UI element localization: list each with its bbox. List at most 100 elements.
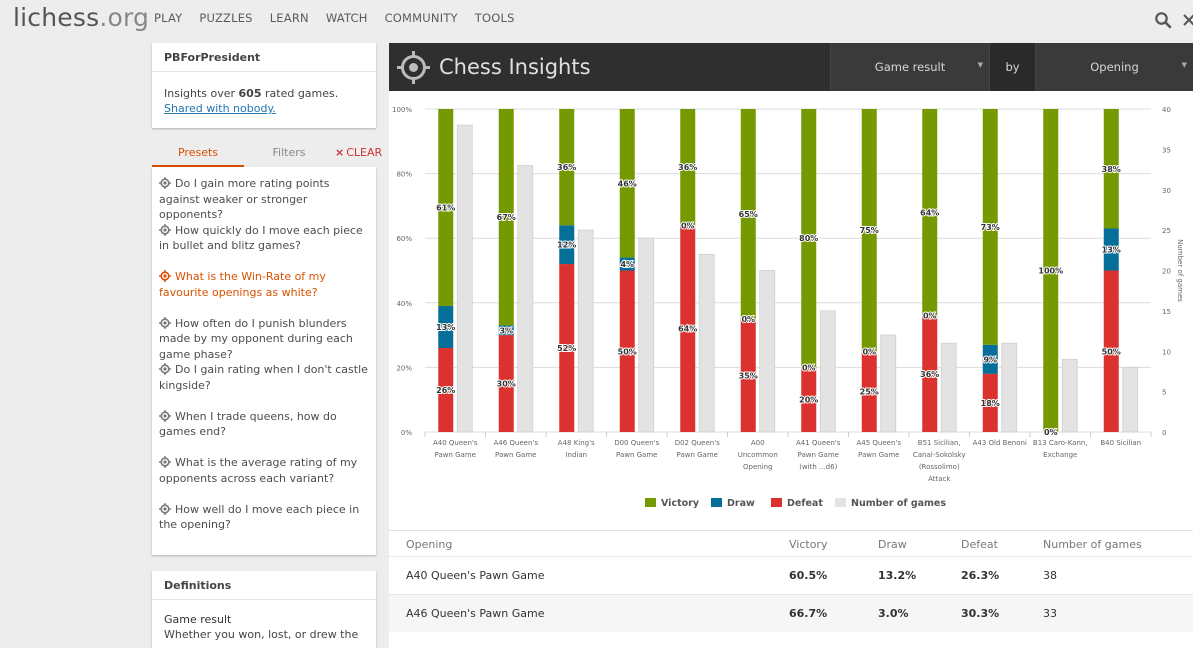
data-label: 9%: [983, 355, 997, 364]
definition-term: Game result: [164, 613, 232, 626]
legend-item: Victory: [661, 498, 700, 509]
column-header[interactable]: Number of games: [1043, 538, 1142, 551]
y2-tick-label: 10: [1162, 348, 1171, 356]
data-label: 26%: [436, 386, 455, 395]
table-row: A46 Queen's Pawn Game 66.7% 3.0% 30.3% 33: [389, 594, 1193, 632]
legend-item: Draw: [727, 498, 755, 509]
close-icon[interactable]: [1182, 11, 1193, 29]
insights-main: Chess Insights Game result ▼ by Opening …: [389, 43, 1193, 648]
data-label: 4%: [620, 260, 634, 269]
table-cell: 13.2%: [878, 569, 917, 582]
bar-games: [638, 237, 655, 433]
x-tick-label: Pawn Game: [435, 451, 476, 459]
by-label: by: [989, 43, 1035, 91]
dimension-select[interactable]: Opening ▼: [1035, 43, 1193, 91]
preset-item[interactable]: How often do I punish blunders made by m…: [152, 312, 376, 361]
y-tick-label: 60%: [396, 235, 412, 243]
table-cell: A40 Queen's Pawn Game: [406, 569, 545, 582]
data-label: 52%: [557, 344, 576, 353]
legend-swatch: [771, 498, 782, 507]
preset-item[interactable]: What is the Win-Rate of my favourite ope…: [152, 265, 376, 312]
data-label: 38%: [1102, 165, 1121, 174]
legend-swatch: [835, 498, 846, 507]
x-tick-label: D02 Queen's: [675, 439, 720, 447]
x-tick-label: Pawn Game: [495, 451, 536, 459]
page-title: Chess Insights: [439, 55, 591, 79]
preset-item[interactable]: Do I gain rating when I don't castle kin…: [152, 358, 376, 405]
target-icon: [159, 270, 171, 282]
preset-label: When I trade queens, how do games end?: [159, 409, 337, 439]
insights-chart: 0% 20% 40% 60% 80% 100% 0 5 10 15 20 25 30 35 40 Number…: [392, 106, 1184, 509]
data-label: 67%: [497, 213, 516, 222]
search-icon[interactable]: [1154, 11, 1172, 29]
nav-learn[interactable]: LEARN: [270, 11, 309, 25]
bar-games: [517, 165, 534, 433]
column-header[interactable]: Opening: [406, 538, 452, 551]
preset-label: How often do I punish blunders made by m…: [159, 316, 353, 361]
insights-header: Chess Insights Game result ▼ by Opening …: [389, 43, 1193, 91]
nav-puzzles[interactable]: PUZZLES: [199, 11, 252, 25]
column-header[interactable]: Victory: [789, 538, 827, 551]
preset-item[interactable]: When I trade queens, how do games end?: [152, 405, 376, 452]
bar-games: [577, 229, 594, 433]
table-cell: 26.3%: [961, 569, 1000, 582]
preset-item[interactable]: Do I gain more rating points against wea…: [152, 172, 376, 221]
data-label: 80%: [799, 234, 818, 243]
y2-tick-label: 0: [1162, 429, 1166, 437]
y2-tick-label: 20: [1162, 268, 1171, 276]
share-link[interactable]: Shared with nobody.: [164, 102, 276, 115]
target-icon: [159, 456, 171, 468]
target-icon: [159, 363, 171, 375]
preset-item[interactable]: How well do I move each piece in the ope…: [152, 498, 376, 545]
y2-tick-label: 15: [1162, 308, 1171, 316]
nav-watch[interactable]: WATCH: [326, 11, 368, 25]
nav-play[interactable]: PLAY: [154, 11, 182, 25]
target-icon: [159, 177, 171, 189]
table-cell: 3.0%: [878, 607, 909, 620]
x-tick-label: B13 Caro-Kann,: [1033, 439, 1088, 447]
top-nav: PLAY PUZZLES LEARN WATCH COMMUNITY TOOLS: [154, 11, 532, 25]
legend-swatch: [711, 498, 722, 507]
x-tick-label: A00: [751, 439, 765, 447]
data-label: 12%: [557, 241, 576, 250]
x-tick-label: Opening: [743, 463, 773, 471]
nav-community[interactable]: COMMUNITY: [385, 11, 458, 25]
tab-filters[interactable]: Filters: [259, 146, 319, 159]
username[interactable]: PBForPresident: [152, 43, 376, 72]
data-label: 13%: [436, 323, 455, 332]
data-label: 3%: [499, 326, 513, 335]
data-label: 0%: [741, 315, 755, 324]
column-header[interactable]: Defeat: [961, 538, 998, 551]
preset-label: How quickly do I move each piece in bull…: [159, 223, 363, 253]
preset-label: What is the Win-Rate of my favourite ope…: [159, 270, 326, 299]
table-cell: 66.7%: [789, 607, 828, 620]
column-header[interactable]: Draw: [878, 538, 907, 551]
clear-button[interactable]: × CLEAR: [335, 146, 382, 159]
bar-games: [456, 124, 473, 433]
results-table: Opening Victory Draw Defeat Number of games A…: [389, 530, 1193, 632]
x-tick-label: Exchange: [1043, 451, 1077, 459]
x-tick-label: Indian: [565, 451, 587, 459]
data-label: 20%: [799, 396, 818, 405]
preset-item[interactable]: What is the average rating of my opponen…: [152, 451, 376, 498]
table-header: Opening Victory Draw Defeat Number of games: [389, 530, 1193, 556]
preset-item[interactable]: How quickly do I move each piece in bull…: [152, 219, 376, 266]
y2-tick-label: 25: [1162, 227, 1171, 235]
data-label: 36%: [557, 163, 576, 172]
y2-axis-label: Number of games: [1176, 239, 1184, 302]
x-tick-label: B40 Sicilian: [1100, 439, 1141, 447]
nav-tools[interactable]: TOOLS: [475, 11, 515, 25]
y-tick-label: 40%: [396, 300, 412, 308]
y-tick-label: 20%: [396, 364, 412, 372]
metric-select[interactable]: Game result ▼: [830, 43, 989, 91]
data-label: 0%: [1044, 428, 1058, 437]
bar-games: [819, 310, 836, 433]
site-logo[interactable]: lichess.org: [13, 3, 149, 32]
data-label: 0%: [923, 312, 937, 321]
preset-label: Do I gain more rating points against wea…: [159, 177, 330, 221]
data-label: 75%: [860, 226, 879, 235]
tab-presets[interactable]: Presets: [152, 146, 244, 167]
x-tick-label: D00 Queen's: [614, 439, 659, 447]
x-tick-label: (with ...d6): [799, 463, 837, 471]
x-tick-label: Uncommon: [738, 451, 778, 459]
